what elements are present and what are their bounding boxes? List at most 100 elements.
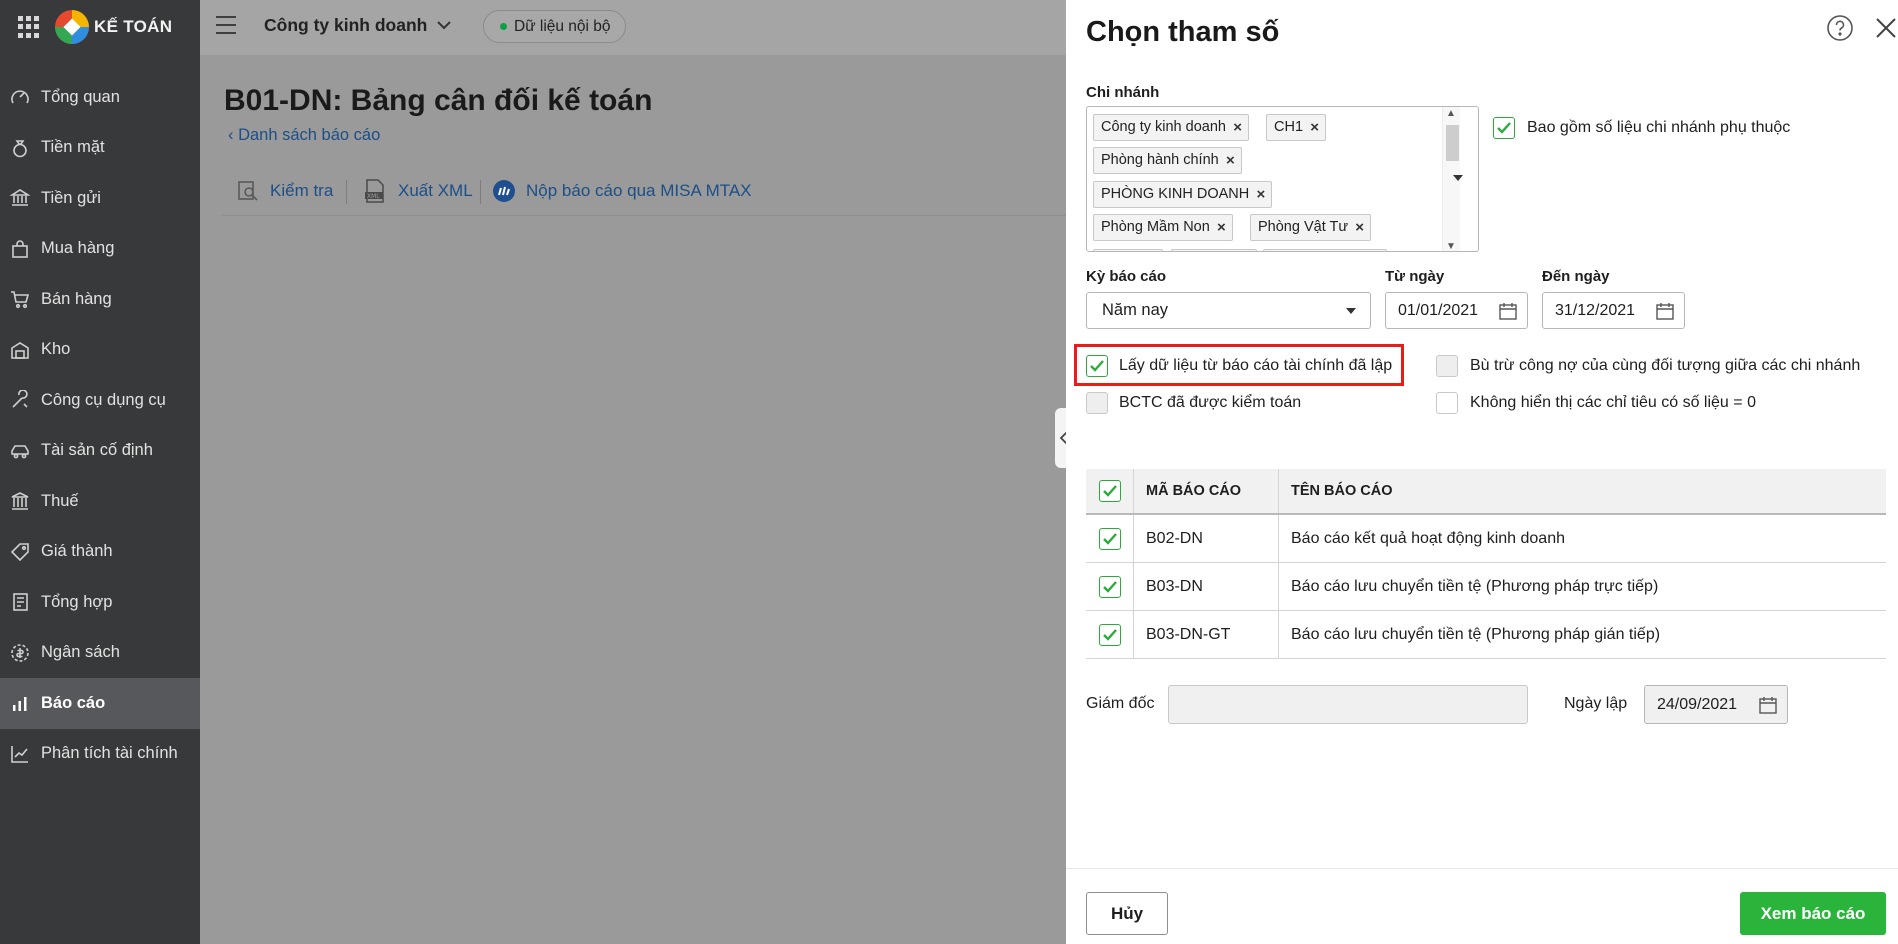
director-label: Giám đốc	[1086, 695, 1155, 712]
use-existing-report-label: Lấy dữ liệu từ báo cáo tài chính đã lập	[1119, 357, 1393, 374]
created-date-input[interactable]: 24/09/2021	[1644, 685, 1788, 724]
budget-icon	[8, 641, 32, 665]
tax-building-icon	[8, 489, 32, 513]
audited-label: BCTC đã được kiểm toán	[1119, 394, 1302, 411]
table-row[interactable]: B03-DN-GT Báo cáo lưu chuyển tiền tệ (Ph…	[1086, 611, 1886, 659]
branch-tag: PHÒNG KINH DOANH ×	[1093, 181, 1273, 208]
checkmark-icon	[1497, 122, 1511, 134]
remove-tag-icon[interactable]: ×	[1310, 115, 1319, 140]
sidebar-item-bao-cao[interactable]: Báo cáo	[0, 678, 200, 729]
branch-tag: Công ty kinh doanh ×	[1093, 114, 1249, 141]
sidebar-item-thue[interactable]: Thuế	[0, 476, 200, 527]
remove-tag-icon[interactable]: ×	[1256, 182, 1265, 207]
offset-debt-label: Bù trừ công nợ của cùng đối tượng giữa c…	[1470, 357, 1861, 374]
row-select-cell	[1086, 515, 1134, 562]
sidebar-item-mua-hang[interactable]: Mua hàng	[0, 224, 200, 275]
sidebar-item-label: Giá thành	[41, 542, 113, 561]
checkmark-icon	[1102, 485, 1117, 497]
sidebar-item-kho[interactable]: Kho	[0, 325, 200, 376]
select-all-checkbox[interactable]	[1098, 480, 1121, 502]
cancel-button[interactable]: Hủy	[1086, 892, 1168, 935]
sidebar-item-gia-thanh[interactable]: Giá thành	[0, 527, 200, 578]
include-sub-branches-checkbox[interactable]	[1493, 117, 1515, 139]
created-date-value: 24/09/2021	[1657, 696, 1738, 713]
back-to-report-list-link[interactable]: ‹ Danh sách báo cáo	[228, 126, 380, 145]
brand-bar: KẾ TOÁN	[0, 0, 200, 54]
calendar-icon[interactable]	[1758, 695, 1778, 715]
checkmark-icon	[1102, 580, 1117, 593]
sidebar-item-tong-quan[interactable]: Tổng quan	[0, 72, 200, 123]
price-tag-icon	[8, 540, 32, 564]
remove-tag-icon[interactable]: ×	[1217, 215, 1226, 240]
sidebar-item-label: Mua hàng	[41, 239, 115, 258]
app-grid-icon[interactable]	[18, 16, 40, 38]
data-source-badge[interactable]: Dữ liệu nội bộ	[483, 10, 626, 43]
sidebar-item-ban-hang[interactable]: Bán hàng	[0, 274, 200, 325]
sidebar-item-cong-cu[interactable]: Công cụ dụng cụ	[0, 375, 200, 426]
row-checkbox[interactable]	[1098, 527, 1121, 550]
audited-checkbox[interactable]	[1086, 392, 1108, 414]
period-select[interactable]: Năm nay	[1086, 292, 1371, 329]
branch-tag-partial	[1171, 249, 1257, 251]
branch-tag-partial	[1093, 249, 1163, 251]
sidebar-item-label: Tổng quan	[41, 87, 120, 106]
view-report-button[interactable]: Xem báo cáo	[1740, 892, 1886, 935]
submit-mtax-button[interactable]: Nộp báo cáo qua MISA MTAX	[492, 176, 752, 206]
mtax-icon	[492, 179, 516, 203]
branch-tag-label: PHÒNG KINH DOANH	[1101, 186, 1250, 202]
parameter-panel: Chọn tham số Chi nhánh Công ty kinh doan…	[1066, 0, 1898, 944]
help-icon[interactable]	[1826, 14, 1854, 42]
branch-multiselect[interactable]: Công ty kinh doanh × CH1 × Phòng hành chín…	[1086, 106, 1479, 252]
check-button[interactable]: Kiểm tra	[236, 176, 333, 206]
hide-zero-checkbox[interactable]	[1436, 392, 1458, 414]
panel-title: Chọn tham số	[1086, 16, 1280, 48]
row-checkbox[interactable]	[1098, 623, 1121, 646]
scroll-up-icon[interactable]: ▲	[1446, 108, 1456, 119]
report-name: Báo cáo lưu chuyển tiền tệ (Phương pháp …	[1291, 577, 1659, 595]
offset-debt-checkbox[interactable]	[1436, 355, 1458, 377]
sidebar-item-ngan-sach[interactable]: Ngân sách	[0, 628, 200, 679]
from-date-input[interactable]: 01/01/2021	[1385, 292, 1528, 329]
calendar-icon[interactable]	[1498, 301, 1518, 321]
select-all-cell	[1086, 469, 1134, 513]
branch-tag: Phòng Vật Tư ×	[1250, 214, 1372, 241]
calendar-icon[interactable]	[1655, 301, 1675, 321]
remove-tag-icon[interactable]: ×	[1226, 148, 1235, 173]
close-icon[interactable]	[1874, 16, 1898, 40]
use-existing-report-checkbox[interactable]	[1086, 355, 1108, 377]
sidebar-item-label: Ngân sách	[41, 643, 120, 662]
director-input[interactable]	[1168, 685, 1528, 724]
sidebar-item-label: Phân tích tài chính	[41, 744, 178, 763]
caret-down-icon	[1346, 308, 1356, 314]
toolbar-divider	[346, 180, 347, 204]
remove-tag-icon[interactable]: ×	[1355, 215, 1364, 240]
remove-tag-icon[interactable]: ×	[1233, 115, 1242, 140]
table-row[interactable]: B03-DN Báo cáo lưu chuyển tiền tệ (Phươn…	[1086, 563, 1886, 611]
chevron-down-icon[interactable]	[436, 19, 452, 31]
sidebar-item-label: Thuế	[41, 491, 79, 510]
table-row[interactable]: B02-DN Báo cáo kết quả hoạt động kinh do…	[1086, 515, 1886, 563]
scroll-down-icon[interactable]: ▼	[1446, 241, 1456, 251]
panel-footer: Hủy Xem báo cáo	[1066, 868, 1898, 944]
sidebar-item-tien-gui[interactable]: Tiền gửi	[0, 173, 200, 224]
sidebar-item-tong-hop[interactable]: Tổng hợp	[0, 577, 200, 628]
data-source-label: Dữ liệu nội bộ	[514, 18, 611, 35]
sidebar-item-tien-mat[interactable]: Tiền mặt	[0, 123, 200, 174]
menu-icon[interactable]	[216, 16, 236, 34]
sidebar: KẾ TOÁN Tổng quan Tiền mặt Tiền gửi Mua …	[0, 0, 200, 944]
sidebar-nav: Tổng quan Tiền mặt Tiền gửi Mua hàng Bán…	[0, 72, 200, 779]
company-selector[interactable]: Công ty kinh doanh	[264, 15, 427, 36]
export-xml-button[interactable]: XML Xuất XML	[362, 176, 473, 206]
row-checkbox[interactable]	[1098, 575, 1121, 598]
check-label: Kiểm tra	[270, 181, 334, 200]
svg-text:XML: XML	[367, 193, 380, 200]
to-date-input[interactable]: 31/12/2021	[1542, 292, 1685, 329]
report-name: Báo cáo kết quả hoạt động kinh doanh	[1291, 529, 1565, 547]
misa-logo-icon	[55, 10, 89, 44]
checkmark-icon	[1102, 628, 1117, 641]
dropdown-caret-icon[interactable]	[1452, 174, 1464, 182]
report-code: B03-DN-GT	[1134, 611, 1279, 658]
sidebar-item-phan-tich[interactable]: Phân tích tài chính	[0, 729, 200, 780]
scroll-thumb[interactable]	[1446, 125, 1459, 161]
sidebar-item-tai-san[interactable]: Tài sản cố định	[0, 426, 200, 477]
